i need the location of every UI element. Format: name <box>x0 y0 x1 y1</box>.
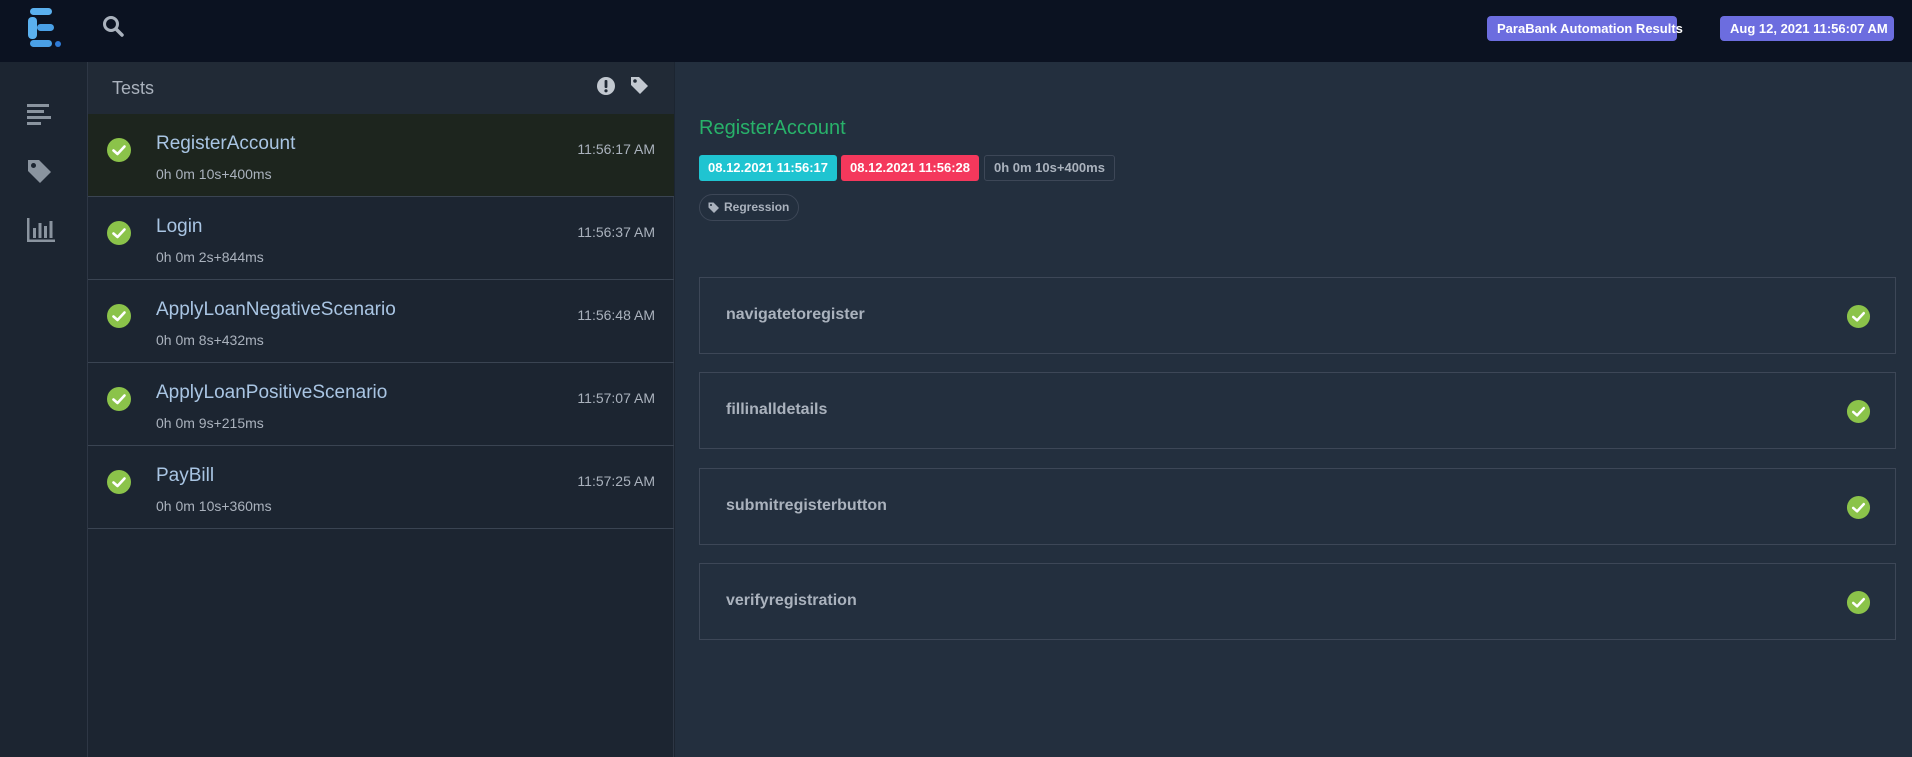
search-icon[interactable] <box>101 14 125 38</box>
test-time: 11:57:25 AM <box>577 473 655 489</box>
test-name: RegisterAccount <box>156 133 296 154</box>
test-item-apply-loan-negative[interactable]: ApplyLoanNegativeScenario 0h 0m 8s+432ms… <box>88 280 674 363</box>
top-bar: ParaBank Automation Results Aug 12, 2021… <box>0 0 1912 62</box>
step-verifyregistration[interactable]: verifyregistration <box>699 563 1896 640</box>
check-circle-icon <box>106 303 132 329</box>
report-name-badge: ParaBank Automation Results <box>1487 16 1683 41</box>
test-duration: 0h 0m 2s+844ms <box>156 249 264 265</box>
test-detail-panel: RegisterAccount 08.12.2021 11:56:17 08.1… <box>675 62 1912 757</box>
test-name: ApplyLoanNegativeScenario <box>156 299 396 320</box>
test-name: Login <box>156 216 203 237</box>
check-circle-icon <box>106 386 132 412</box>
test-duration: 0h 0m 9s+215ms <box>156 415 264 431</box>
list-icon <box>27 104 51 125</box>
test-time: 11:56:37 AM <box>577 224 655 240</box>
check-circle-icon <box>1846 590 1871 615</box>
test-list-header: Tests <box>88 62 674 114</box>
bar-chart-icon <box>27 218 55 242</box>
test-time: 11:56:48 AM <box>577 307 655 323</box>
tag-icon <box>708 202 719 213</box>
test-item-apply-loan-positive[interactable]: ApplyLoanPositiveScenario 0h 0m 9s+215ms… <box>88 363 674 446</box>
nav-item-tests[interactable] <box>26 100 56 128</box>
step-navigatetoregister[interactable]: navigatetoregister <box>699 277 1896 354</box>
step-name: submitregisterbutton <box>726 497 887 514</box>
test-list-panel: Tests RegisterAccount 0h 0m 10s+400ms 11… <box>88 62 674 757</box>
test-time: 11:57:07 AM <box>577 390 655 406</box>
check-circle-icon <box>106 220 132 246</box>
check-circle-icon <box>1846 399 1871 424</box>
test-duration: 0h 0m 10s+360ms <box>156 498 272 514</box>
start-time-badge: 08.12.2021 11:56:17 <box>699 155 837 181</box>
left-nav <box>0 62 88 757</box>
nav-item-tags[interactable] <box>26 158 56 186</box>
test-name: PayBill <box>156 465 215 486</box>
category-tag-label: Regression <box>724 200 790 214</box>
category-tag[interactable]: Regression <box>699 194 800 221</box>
nav-item-dashboard[interactable] <box>26 216 56 244</box>
report-date-badge: Aug 12, 2021 11:56:07 AM <box>1720 16 1894 41</box>
test-item-pay-bill[interactable]: PayBill 0h 0m 10s+360ms 11:57:25 AM <box>88 446 674 529</box>
check-circle-icon <box>106 137 132 163</box>
duration-badge: 0h 0m 10s+400ms <box>984 155 1115 181</box>
step-name: verifyregistration <box>726 592 857 609</box>
test-name: ApplyLoanPositiveScenario <box>156 382 388 403</box>
test-item-login[interactable]: Login 0h 0m 2s+844ms 11:56:37 AM <box>88 197 674 280</box>
step-submitregisterbutton[interactable]: submitregisterbutton <box>699 468 1896 545</box>
detail-test-title: RegisterAccount <box>699 117 846 139</box>
test-duration: 0h 0m 8s+432ms <box>156 332 264 348</box>
check-circle-icon <box>1846 304 1871 329</box>
extent-logo[interactable] <box>26 6 64 50</box>
check-circle-icon <box>1846 495 1871 520</box>
check-circle-icon <box>106 469 132 495</box>
tag-icon[interactable] <box>630 76 650 96</box>
exclamation-circle-icon[interactable] <box>596 76 616 96</box>
test-list-title: Tests <box>112 78 155 98</box>
step-fillinalldetails[interactable]: fillinalldetails <box>699 372 1896 449</box>
tag-icon <box>28 160 51 183</box>
test-time: 11:56:17 AM <box>577 141 655 157</box>
test-duration: 0h 0m 10s+400ms <box>156 166 272 182</box>
step-name: navigatetoregister <box>726 306 865 323</box>
step-name: fillinalldetails <box>726 401 828 418</box>
end-time-badge: 08.12.2021 11:56:28 <box>841 155 979 181</box>
test-item-register-account[interactable]: RegisterAccount 0h 0m 10s+400ms 11:56:17… <box>88 114 674 197</box>
